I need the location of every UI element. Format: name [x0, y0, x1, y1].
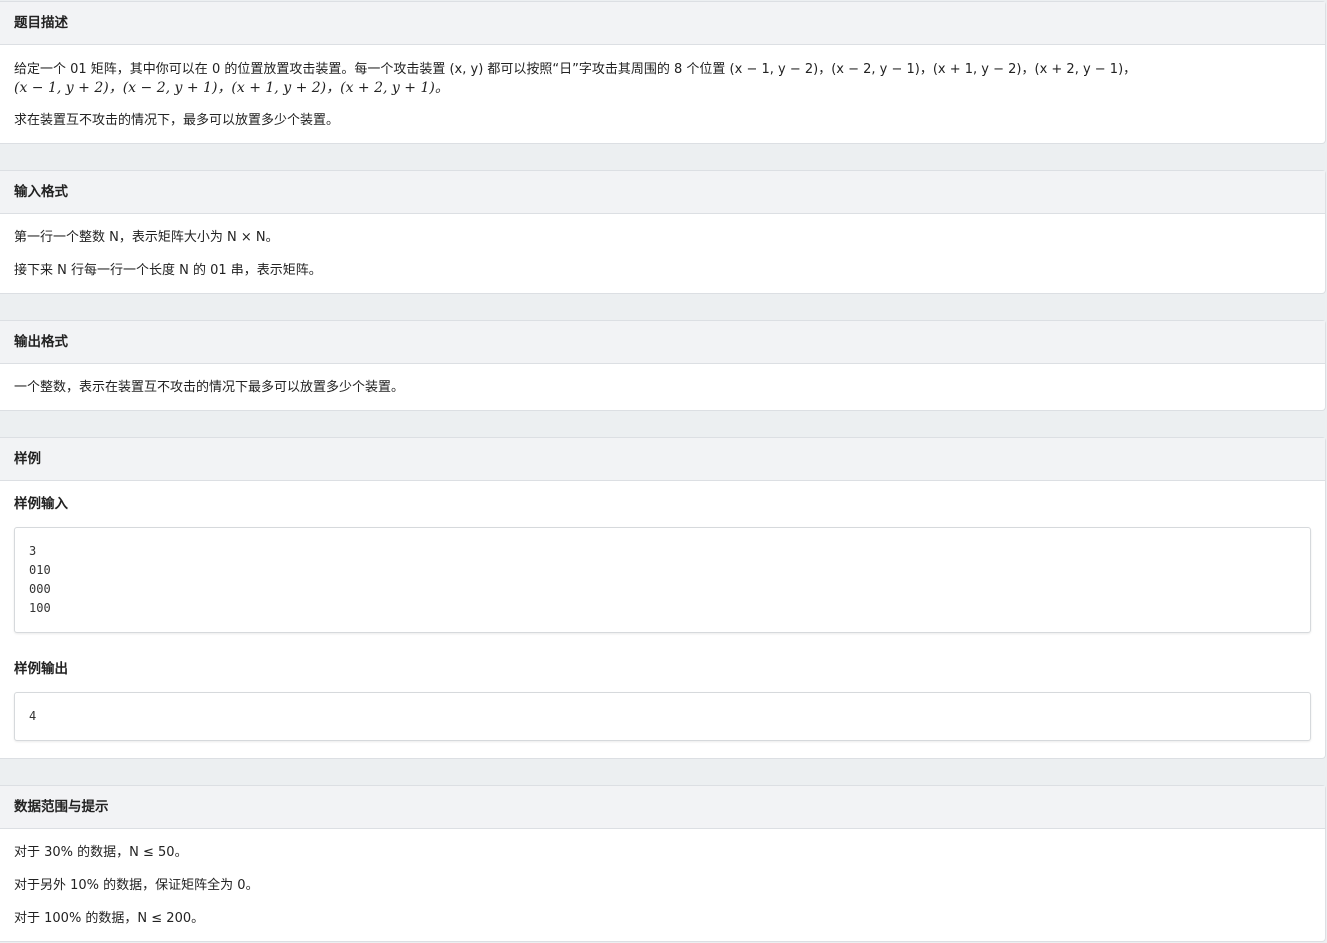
- sample-input-line: 000: [29, 582, 51, 596]
- description-line-1: 给定一个 01 矩阵，其中你可以在 0 的位置放置攻击装置。每一个攻击装置 (x…: [14, 62, 1137, 77]
- constraints-card: 数据范围与提示 对于 30% 的数据，N ≤ 50。 对于另外 10% 的数据，…: [0, 785, 1326, 942]
- sample-title: 样例: [0, 438, 1325, 481]
- input-format-card: 输入格式 第一行一个整数 N，表示矩阵大小为 N × N。 接下来 N 行每一行…: [0, 170, 1326, 294]
- sample-output-label: 样例输出: [14, 661, 68, 677]
- sample-input-line: 100: [29, 601, 51, 615]
- sample-input-label: 样例输入: [14, 496, 68, 512]
- description-card: 题目描述 给定一个 01 矩阵，其中你可以在 0 的位置放置攻击装置。每一个攻击…: [0, 1, 1326, 144]
- description-line-2: (x − 1, y + 2)，(x − 2, y + 1)，(x + 1, y …: [14, 80, 449, 96]
- sample-input-line: 3: [29, 544, 37, 558]
- description-line-3: 求在装置互不攻击的情况下，最多可以放置多少个装置。: [14, 113, 340, 128]
- output-format-card: 输出格式 一个整数，表示在装置互不攻击的情况下最多可以放置多少个装置。: [0, 320, 1326, 411]
- input-format-line-1: 第一行一个整数 N，表示矩阵大小为 N × N。: [14, 230, 279, 245]
- sample-output-line: 4: [29, 709, 37, 723]
- sample-output-box[interactable]: 4: [14, 692, 1311, 741]
- sample-card: 样例 样例输入 3 010 000 100 样例输出 4: [0, 437, 1326, 759]
- output-format-title: 输出格式: [0, 321, 1325, 364]
- description-title: 题目描述: [0, 2, 1325, 45]
- constraints-line-2: 对于另外 10% 的数据，保证矩阵全为 0。: [14, 878, 259, 893]
- output-format-line-1: 一个整数，表示在装置互不攻击的情况下最多可以放置多少个装置。: [14, 380, 405, 395]
- input-format-line-2: 接下来 N 行每一行一个长度 N 的 01 串，表示矩阵。: [14, 263, 322, 278]
- constraints-title: 数据范围与提示: [0, 786, 1325, 829]
- constraints-line-1: 对于 30% 的数据，N ≤ 50。: [14, 845, 188, 860]
- input-format-title: 输入格式: [0, 171, 1325, 214]
- sample-input-box[interactable]: 3 010 000 100: [14, 527, 1311, 633]
- constraints-line-3: 对于 100% 的数据，N ≤ 200。: [14, 911, 205, 926]
- sample-input-line: 010: [29, 563, 51, 577]
